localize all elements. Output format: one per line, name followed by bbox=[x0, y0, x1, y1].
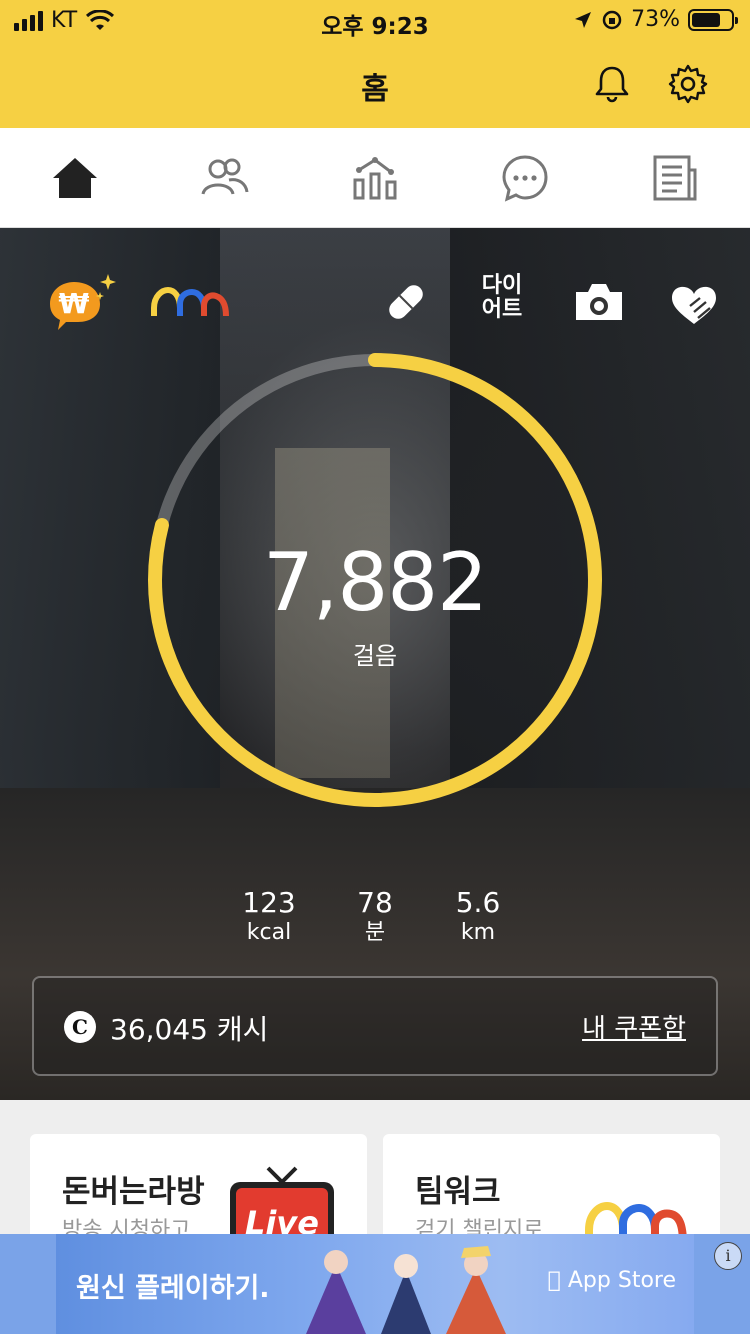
shortcut-camera[interactable] bbox=[572, 272, 626, 332]
app-root: KT 오후 9:23 73% 홈 ₩ 다이 어트 7,882 걸음 123 kc… bbox=[0, 0, 750, 1334]
money-icon: ₩ bbox=[50, 274, 116, 330]
bell-icon[interactable] bbox=[590, 62, 634, 106]
tab-bar bbox=[0, 128, 750, 228]
gear-icon[interactable] bbox=[666, 62, 710, 106]
camera-icon bbox=[576, 284, 622, 320]
metric-calories: 123 kcal bbox=[219, 888, 319, 948]
friends-icon[interactable] bbox=[199, 152, 251, 204]
svg-text:₩: ₩ bbox=[59, 287, 90, 320]
diet-label: 다이 어트 bbox=[481, 273, 523, 322]
pedometer-panel: ₩ 다이 어트 7,882 걸음 123 kcal 78 분 5.6 km C … bbox=[0, 228, 750, 1100]
shortcut-money[interactable]: ₩ bbox=[44, 272, 120, 332]
teamwork-logo bbox=[151, 286, 229, 317]
apple-icon:  bbox=[548, 1268, 561, 1293]
feature-cards: 돈버는라방 방송 시청하고 Live 팀워크 걷기 챌린지로 bbox=[0, 1100, 750, 1244]
cash-coin-icon: C bbox=[64, 1011, 96, 1043]
card-teamwork[interactable]: 팀워크 걷기 챌린지로 bbox=[383, 1134, 720, 1244]
status-right: 73% bbox=[573, 7, 738, 32]
shortcut-pill[interactable] bbox=[380, 272, 432, 332]
my-coupons-link[interactable]: 내 쿠폰함 bbox=[582, 1008, 686, 1045]
metric-minutes: 78 분 bbox=[325, 888, 425, 948]
shortcut-teamwork[interactable] bbox=[150, 272, 230, 332]
steps-label: 걸음 bbox=[352, 642, 398, 670]
metric-unit: km bbox=[460, 920, 496, 945]
home-icon[interactable] bbox=[49, 152, 101, 204]
live-tv-icon: Live bbox=[230, 1166, 334, 1244]
heart-hand-icon bbox=[672, 286, 716, 324]
app-store-label: App Store bbox=[567, 1268, 676, 1293]
card-live-shopping[interactable]: 돈버는라방 방송 시청하고 Live bbox=[30, 1134, 367, 1244]
battery-icon bbox=[688, 8, 738, 31]
shortcut-heart[interactable] bbox=[668, 272, 720, 332]
metric-value: 123 bbox=[242, 886, 296, 919]
card-title: 팀워크 bbox=[415, 1174, 501, 1210]
page-title: 홈 bbox=[361, 72, 389, 107]
header-bar: KT 오후 9:23 73% 홈 bbox=[0, 0, 750, 128]
chat-icon[interactable] bbox=[499, 152, 551, 204]
steps-count[interactable]: 7,882 bbox=[0, 538, 750, 628]
metric-unit: 분 bbox=[364, 920, 386, 945]
ad-info-icon[interactable]: i bbox=[714, 1242, 742, 1270]
ad-content[interactable]: 원신 플레이하기.  App Store bbox=[56, 1234, 694, 1334]
ad-banner[interactable]: 원신 플레이하기.  App Store i bbox=[0, 1234, 750, 1334]
ad-text: 원신 플레이하기. bbox=[76, 1273, 270, 1304]
stats-icon[interactable] bbox=[349, 152, 401, 204]
cash-box[interactable]: C 36,045 캐시 내 쿠폰함 bbox=[32, 976, 718, 1076]
card-title: 돈버는라방 bbox=[62, 1174, 205, 1210]
metric-value: 78 bbox=[357, 886, 393, 919]
shortcut-diet[interactable]: 다이 어트 bbox=[474, 274, 530, 322]
rotation-lock-icon bbox=[602, 10, 622, 29]
app-store-badge[interactable]:  App Store bbox=[548, 1268, 676, 1293]
battery-percent: 73% bbox=[631, 7, 680, 32]
metric-distance: 5.6 km bbox=[428, 888, 528, 948]
game-characters-art bbox=[306, 1246, 506, 1334]
metric-value: 5.6 bbox=[455, 886, 501, 919]
metric-unit: kcal bbox=[246, 920, 292, 945]
news-icon[interactable] bbox=[649, 152, 701, 204]
location-icon bbox=[575, 11, 592, 28]
pill-icon bbox=[389, 285, 423, 319]
cash-amount: 36,045 캐시 bbox=[110, 1013, 269, 1046]
status-bar: KT 오후 9:23 73% bbox=[0, 0, 750, 40]
